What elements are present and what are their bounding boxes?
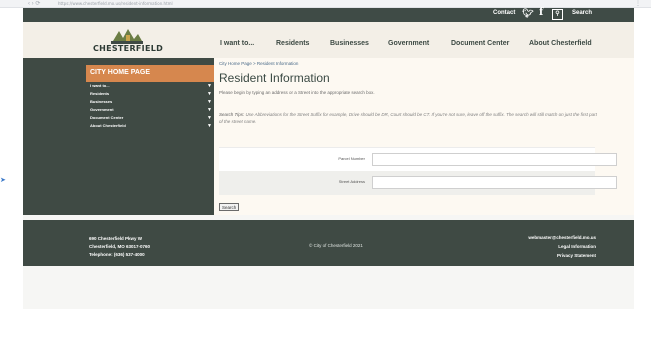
- street-address-label: Street Address: [338, 179, 365, 184]
- sidebar-item-residents[interactable]: Residents ▼: [86, 90, 214, 98]
- search-tips-text: Use Abbreviations for the Street Suffix …: [219, 112, 597, 124]
- logo-mark-icon: [111, 29, 143, 44]
- twitter-icon[interactable]: 🐦︎: [522, 8, 533, 19]
- nav-i-want-to[interactable]: I want to...: [220, 40, 254, 47]
- sidebar-item-about-chesterfield[interactable]: About Chesterfield ▼: [86, 122, 214, 130]
- sidebar: CITY HOME PAGE I want to... ▼ Residents …: [86, 65, 214, 130]
- chevron-down-icon[interactable]: ▼: [207, 107, 212, 113]
- search-link[interactable]: Search: [572, 10, 592, 16]
- nav-businesses[interactable]: Businesses: [330, 40, 369, 47]
- nav-about-chesterfield[interactable]: About Chesterfield: [529, 40, 592, 47]
- sidebar-item-i-want-to[interactable]: I want to... ▼: [86, 82, 214, 90]
- cursor-icon: ➤: [0, 177, 6, 184]
- chevron-down-icon[interactable]: ▼: [207, 115, 212, 121]
- facebook-icon[interactable]: f: [539, 7, 543, 18]
- browser-toolbar: ‹ › ⟳ https://www.chesterfield.mo.us/res…: [0, 0, 651, 8]
- browser-back-forward-icon[interactable]: ‹ › ⟳: [28, 0, 40, 7]
- site-footer: 690 Chesterfield Pkwy W Chesterfield, MO…: [23, 220, 634, 266]
- footer-webmaster-link[interactable]: webmaster@chesterfield.mo.us: [528, 233, 596, 242]
- sidebar-item-document-center[interactable]: Document Center ▼: [86, 114, 214, 122]
- sidebar-item-label: Businesses: [90, 99, 113, 104]
- nav-document-center[interactable]: Document Center: [451, 40, 509, 47]
- logo-text: CHESTERFIELD: [92, 44, 164, 53]
- search-icon[interactable]: ⚲: [552, 9, 563, 20]
- parcel-number-input[interactable]: [372, 153, 617, 166]
- footer-legal-link[interactable]: Legal Information: [528, 242, 596, 251]
- sidebar-item-businesses[interactable]: Businesses ▼: [86, 98, 214, 106]
- nav-government[interactable]: Government: [388, 40, 429, 47]
- sidebar-item-label: I want to...: [90, 83, 110, 88]
- sidebar-item-label: Document Center: [90, 115, 124, 120]
- chevron-down-icon[interactable]: ▼: [207, 83, 212, 89]
- footer-address: 690 Chesterfield Pkwy W Chesterfield, MO…: [89, 235, 150, 259]
- sidebar-item-government[interactable]: Government ▼: [86, 106, 214, 114]
- search-tips: Search Tips: Use Abbreviations for the S…: [219, 111, 599, 125]
- intro-text: Please begin by typing an address or a S…: [219, 90, 375, 95]
- page-frame: Contact 🐦︎ f ⚲ Search CHESTERFIELD I wan…: [23, 7, 634, 309]
- chevron-down-icon[interactable]: ▼: [207, 99, 212, 105]
- footer-address-line: 690 Chesterfield Pkwy W: [89, 236, 143, 241]
- sidebar-item-label: Residents: [90, 91, 110, 96]
- footer-address-line: Chesterfield, MO 63017-0760: [89, 244, 151, 249]
- utility-bar: Contact 🐦︎ f ⚲ Search: [23, 7, 634, 22]
- chevron-down-icon[interactable]: ▼: [207, 91, 212, 97]
- browser-url[interactable]: https://www.chesterfield.mo.us/resident-…: [58, 1, 173, 6]
- chevron-down-icon[interactable]: ▼: [207, 123, 212, 129]
- logo[interactable]: CHESTERFIELD: [91, 28, 165, 58]
- parcel-number-label: Parcel Number: [338, 156, 365, 161]
- nav-residents[interactable]: Residents: [276, 40, 309, 47]
- search-button[interactable]: Search: [219, 203, 240, 211]
- search-tips-label: Search Tips:: [219, 112, 245, 117]
- footer-phone[interactable]: Telephone: (636) 537-4000: [89, 251, 150, 259]
- sidebar-title[interactable]: CITY HOME PAGE: [86, 65, 214, 82]
- breadcrumb[interactable]: City Home Page > Resident Information: [219, 61, 298, 66]
- footer-privacy-link[interactable]: Privacy Statement: [528, 251, 596, 260]
- parcel-number-row: Parcel Number: [219, 147, 617, 171]
- sidebar-item-label: Government: [90, 107, 114, 112]
- sidebar-item-label: About Chesterfield: [90, 123, 126, 128]
- street-address-row: Street Address: [219, 171, 617, 195]
- browser-menu-icon[interactable]: ⋮: [635, 0, 641, 7]
- footer-copyright: © City of Chesterfield 2021: [309, 243, 363, 248]
- page-title: Resident Information: [219, 71, 330, 85]
- contact-link[interactable]: Contact: [493, 10, 515, 16]
- footer-links: webmaster@chesterfield.mo.us Legal Infor…: [528, 233, 596, 260]
- street-address-input[interactable]: [372, 176, 617, 189]
